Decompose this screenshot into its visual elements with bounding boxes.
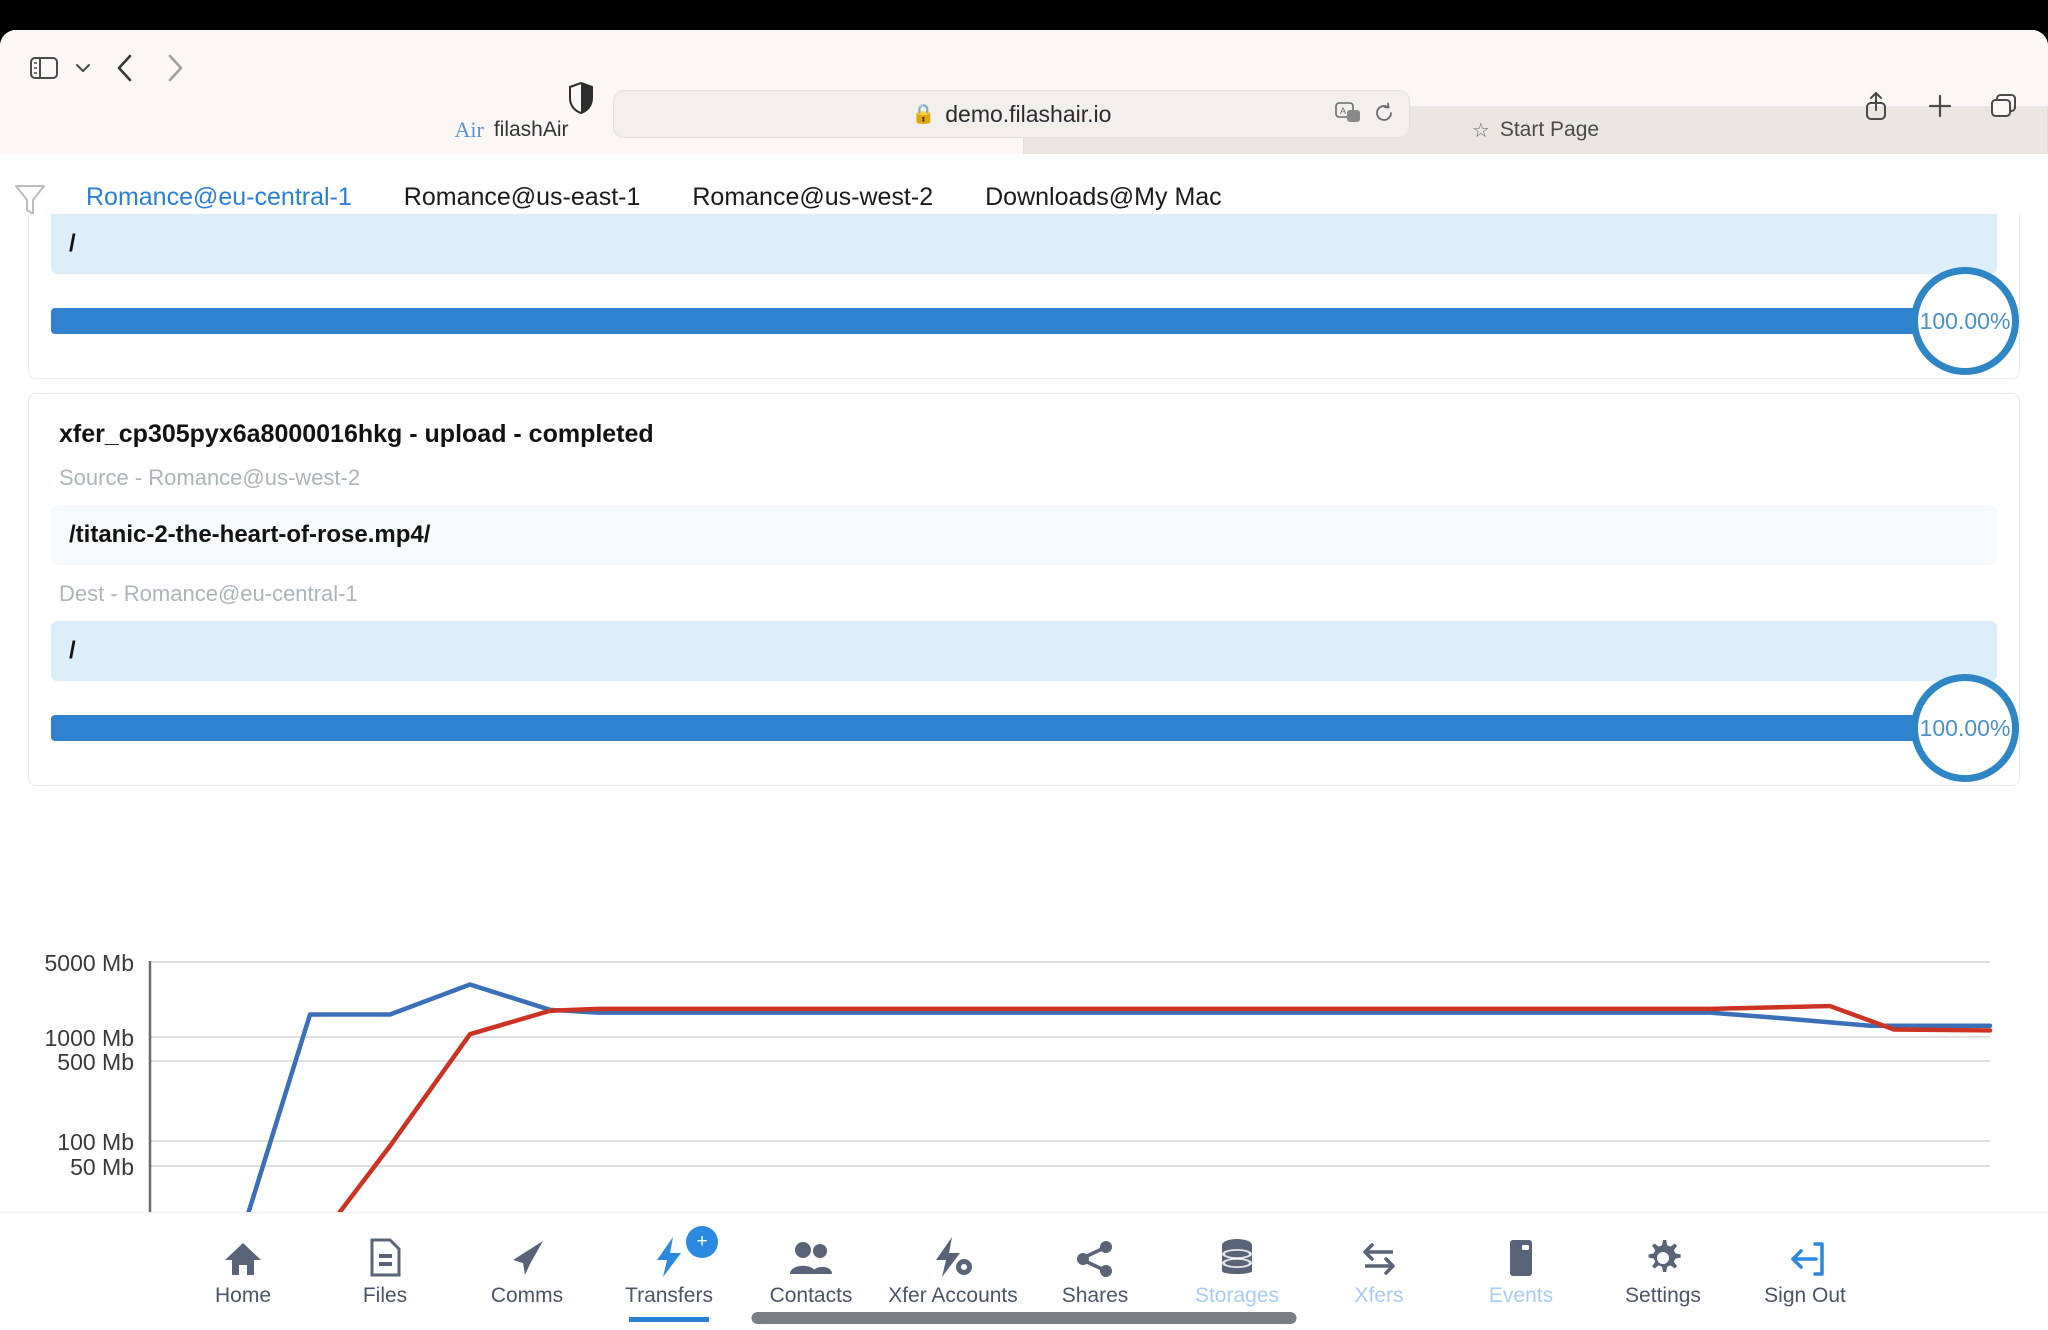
- transfer-card[interactable]: xfer_cp305pyx6a8000016hkg - upload - com…: [28, 393, 2020, 786]
- progress: 100.00%: [51, 674, 2019, 782]
- shield-icon[interactable]: [563, 80, 599, 116]
- progress: 100.00%: [51, 267, 2019, 375]
- progress-bar: [51, 308, 1997, 334]
- nav-item-label: Shares: [1061, 1283, 1129, 1307]
- transfer-list: / 100.00% xfer_cp305pyx6a8000016hkg - up…: [0, 214, 2048, 800]
- nav-item-transfers[interactable]: Transfers +: [598, 1225, 740, 1322]
- nav-item-label: Home: [214, 1283, 272, 1307]
- star-icon: ☆: [1471, 119, 1490, 142]
- nav-item-label: Contacts: [769, 1283, 853, 1307]
- transfer-title: xfer_cp305pyx6a8000016hkg - upload - com…: [59, 420, 654, 448]
- home-icon: [223, 1236, 263, 1278]
- tab-overview-icon[interactable]: [1982, 84, 2026, 128]
- back-arrow-icon[interactable]: [100, 46, 150, 90]
- progress-percent-badge: 100.00%: [1911, 267, 2019, 375]
- y-axis-tick-label: 1000 Mb: [44, 1025, 134, 1051]
- url-text: demo.filashair.io: [945, 100, 1112, 127]
- chevron-down-icon[interactable]: [66, 48, 100, 88]
- safari-window: 🔒 demo.filashair.io A Air filashAir ☆ St…: [0, 30, 2048, 1330]
- paper-plane-icon: [507, 1236, 547, 1278]
- share-icon[interactable]: [1854, 84, 1898, 128]
- address-bar[interactable]: 🔒 demo.filashair.io A: [613, 90, 1410, 138]
- device-icon: [1505, 1236, 1537, 1278]
- reload-icon[interactable]: [1373, 102, 1395, 129]
- nav-item-label: Xfer Accounts: [888, 1283, 1018, 1307]
- progress-percent-badge: 100.00%: [1911, 674, 2019, 782]
- forward-arrow-icon[interactable]: [150, 46, 200, 90]
- sidebar-icon[interactable]: [22, 48, 66, 88]
- bolt-icon: [654, 1236, 684, 1278]
- transfer-source-label: Source - Romance@us-west-2: [59, 465, 361, 490]
- address-bar-actions: A: [1335, 91, 1395, 139]
- dest-path-field[interactable]: /: [51, 621, 1997, 681]
- nav-item-label: Events: [1488, 1283, 1554, 1307]
- database-icon: [1217, 1236, 1257, 1278]
- bolt-gear-icon: [931, 1236, 975, 1278]
- lock-icon: 🔒: [911, 104, 936, 125]
- toolbar-right-controls: [1854, 84, 2026, 128]
- web-page: Signed in as filash@filash.io (admin) Ai…: [0, 154, 2048, 1330]
- progress-bar: [51, 715, 1997, 741]
- nav-item-label: Comms: [490, 1283, 564, 1307]
- filashair-logo: Air: [454, 117, 484, 142]
- nav-item-label: Xfers: [1354, 1283, 1404, 1307]
- y-axis-tick-label: 50 Mb: [70, 1154, 134, 1180]
- translate-icon[interactable]: A: [1335, 101, 1363, 130]
- transfer-dest-label: Dest - Romance@eu-central-1: [59, 581, 358, 606]
- nav-item-comms[interactable]: Comms: [456, 1236, 598, 1308]
- nav-item-files[interactable]: Files: [314, 1236, 456, 1308]
- screen: 🔒 demo.filashair.io A Air filashAir ☆ St…: [0, 0, 2048, 1330]
- nav-item-label: Settings: [1625, 1283, 1701, 1307]
- home-indicator[interactable]: [751, 1312, 1297, 1324]
- file-icon: [367, 1236, 403, 1278]
- nav-item-storages[interactable]: Storages: [1166, 1236, 1308, 1308]
- y-axis-tick-label: 500 Mb: [57, 1049, 134, 1075]
- nav-item-contacts[interactable]: Contacts: [740, 1236, 882, 1308]
- gear-icon: [1643, 1236, 1683, 1278]
- people-icon: [789, 1236, 833, 1278]
- browser-tab-label: Start Page: [1499, 118, 1600, 141]
- browser-tab-label: filashAir: [493, 118, 569, 141]
- new-transfer-badge[interactable]: +: [686, 1225, 718, 1258]
- nav-item-sign-out[interactable]: Sign Out: [1734, 1236, 1876, 1308]
- nav-item-label: Sign Out: [1764, 1283, 1846, 1307]
- nav-item-label: Files: [362, 1283, 408, 1307]
- active-indicator: [629, 1316, 709, 1322]
- source-path-field[interactable]: /titanic-2-the-heart-of-rose.mp4/: [51, 505, 1997, 565]
- share-nodes-icon: [1075, 1236, 1115, 1278]
- dest-path-field[interactable]: /: [51, 214, 1997, 274]
- nav-item-shares[interactable]: Shares: [1024, 1236, 1166, 1308]
- nav-item-xfers[interactable]: Xfers: [1308, 1236, 1450, 1308]
- transfer-card-partial[interactable]: / 100.00%: [28, 214, 2020, 379]
- browser-toolbar: 🔒 demo.filashair.io A: [0, 30, 2048, 138]
- y-axis-tick-label: 100 Mb: [57, 1129, 134, 1155]
- svg-text:A: A: [1340, 106, 1346, 116]
- nav-item-label: Storages: [1194, 1283, 1280, 1307]
- toolbar-left-controls: [0, 46, 200, 90]
- nav-item-xfer-accounts[interactable]: Xfer Accounts: [882, 1236, 1024, 1308]
- nav-item-home[interactable]: Home: [172, 1236, 314, 1308]
- sign-out-icon: [1785, 1236, 1825, 1278]
- nav-item-label: Transfers: [625, 1283, 713, 1307]
- y-axis-tick-label: 5000 Mb: [44, 950, 134, 976]
- plus-icon[interactable]: [1918, 84, 1962, 128]
- nav-item-events[interactable]: Events: [1450, 1236, 1592, 1308]
- nav-item-settings[interactable]: Settings: [1592, 1236, 1734, 1308]
- transfer-arrows-icon: [1359, 1236, 1399, 1278]
